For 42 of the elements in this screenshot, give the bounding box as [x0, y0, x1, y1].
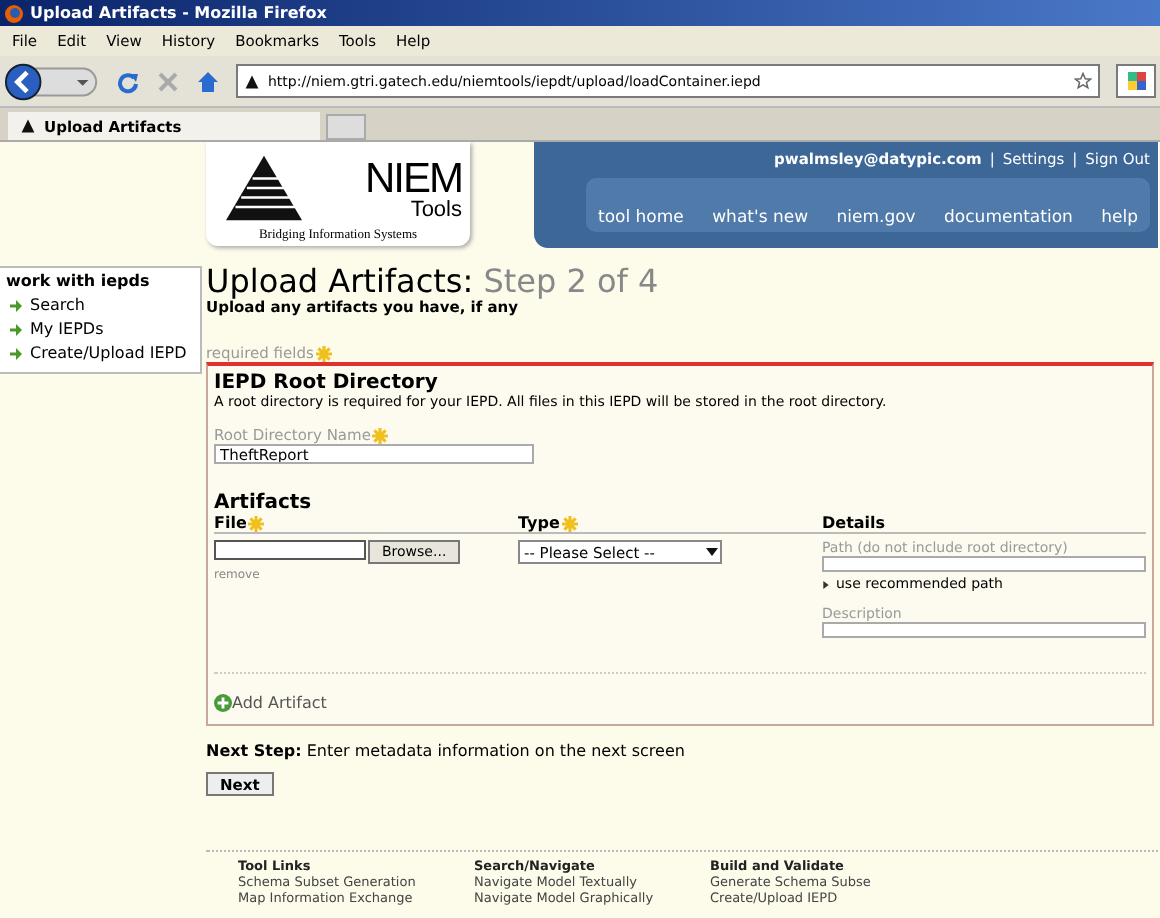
column-header: Details [822, 514, 886, 532]
description-input[interactable] [822, 622, 1146, 638]
nav-link[interactable]: niem.gov [836, 208, 916, 228]
sidebar-title: work with iepds [6, 272, 152, 290]
nav-link[interactable]: what's new [712, 208, 809, 228]
arrow-bullet-icon [10, 324, 22, 336]
add-artifact-link[interactable]: Add Artifact [232, 694, 327, 712]
arrow-bullet-icon [10, 348, 22, 360]
next-step-text: Next Step: Enter metadata information on the next screen [206, 742, 687, 760]
dropdown-arrow-icon [704, 544, 720, 560]
triangle-icon [244, 73, 260, 89]
window-title: Upload Artifacts - Mozilla Firefox [30, 4, 327, 22]
search-engine-icon [1127, 72, 1145, 90]
nav-link[interactable]: help [1101, 208, 1138, 228]
file-input[interactable] [214, 540, 366, 560]
add-icon [214, 694, 232, 712]
search-engine-field[interactable] [1116, 64, 1156, 98]
pyramid-logo-icon [226, 154, 302, 222]
step-indicator: Step 2 of 4 [483, 262, 659, 300]
back-forward-buttons-icon[interactable] [4, 61, 100, 101]
required-star-icon [372, 427, 389, 443]
column-header: File [214, 514, 247, 532]
logo-subtext: Tools [410, 200, 462, 222]
page-title: Upload Artifacts: [206, 262, 474, 300]
nav-link[interactable]: tool home [598, 208, 684, 228]
sidebar-link[interactable]: My IEPDs [30, 318, 104, 342]
logo-text: NIEM [365, 158, 462, 200]
path-input[interactable] [822, 556, 1146, 572]
arrow-bullet-icon [10, 300, 22, 312]
triangle-bullet-icon [822, 579, 830, 589]
section-title: IEPD Root Directory [214, 372, 440, 394]
required-star-icon [315, 345, 332, 361]
reload-icon[interactable] [116, 69, 140, 93]
bookmark-star-icon[interactable] [1074, 72, 1092, 90]
sidebar-link[interactable]: Create/Upload IEPD [30, 342, 187, 366]
column-header: Type [518, 514, 560, 532]
section-title: Artifacts [214, 492, 314, 514]
triangle-icon [20, 118, 36, 134]
home-icon[interactable] [196, 69, 220, 93]
browser-logo-icon [4, 3, 24, 23]
nav-link[interactable]: documentation [944, 208, 1073, 228]
sidebar-link[interactable]: Search [30, 294, 85, 318]
